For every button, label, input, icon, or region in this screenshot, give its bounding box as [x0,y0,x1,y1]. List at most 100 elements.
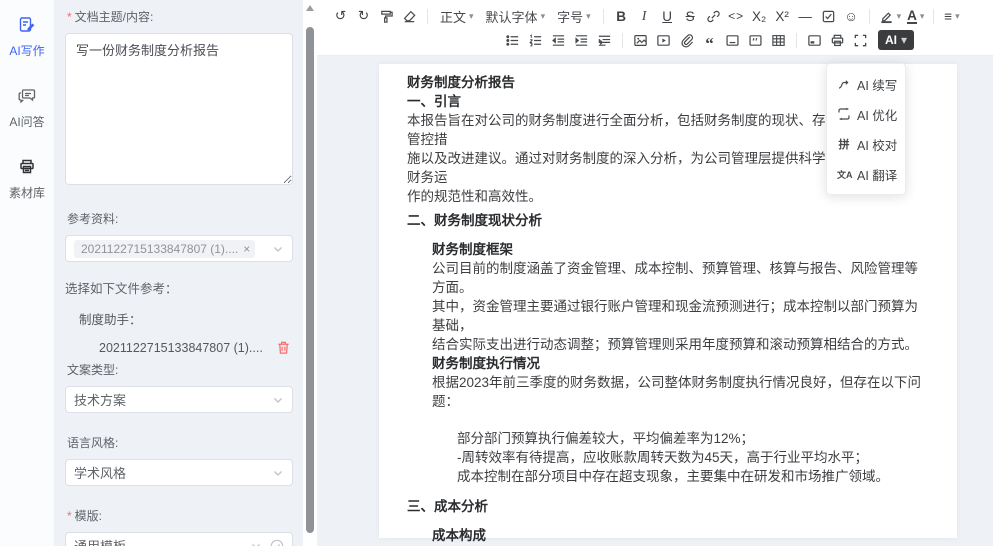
tag-close-icon[interactable]: × [243,243,250,255]
indent-increase-icon [574,33,589,48]
bold-button[interactable]: B [610,6,633,27]
indent-increase-button[interactable] [570,30,593,51]
scroll-up-arrow-icon[interactable] [306,5,314,11]
paragraph-style-dropdown[interactable]: 正文▾ [434,6,480,27]
highlight-pen-icon [879,9,894,24]
inline-code-button[interactable]: <> [725,6,748,27]
align-icon: ≡ [944,9,952,24]
font-color-dropdown[interactable]: A ▾ [904,6,927,27]
indent-decrease-icon [551,33,566,48]
check-circle-icon[interactable] [270,539,284,546]
redo-button[interactable]: ↻ [352,6,375,27]
checkbox-icon [821,9,836,24]
clear-format-button[interactable] [398,6,421,27]
caret-down-icon: ▾ [920,11,925,22]
doc-list-item: -周转效率有待提高，应收账款周转天数为45天，高于行业平均水平； [457,448,929,467]
attachment-button[interactable] [675,30,698,51]
menu-item-ai-translate[interactable]: 文A AI 翻译 [827,159,905,189]
font-color-icon: A [907,9,917,24]
paperclip-icon [679,33,694,48]
emoji-button[interactable]: ☺ [840,6,863,27]
toolbar-separator [622,33,623,48]
doc-list-item: 成本控制在部分项目中存在超支现象，主要集中在研发和市场推广领域。 [457,467,929,486]
format-painter-button[interactable] [375,6,398,27]
toolbar-separator [427,9,428,24]
required-mark: * [67,509,72,523]
caret-down-icon: ▾ [541,11,546,22]
scrollbar-thumb[interactable] [306,27,314,533]
trash-icon[interactable] [276,340,291,355]
style-select[interactable]: 学术风格 [65,459,293,486]
doc-type-label: 文案类型: [67,361,293,378]
code-snippet-button[interactable] [744,30,767,51]
chevron-down-icon [250,540,262,546]
nav-item-material-library[interactable]: 素材库 [0,158,54,201]
template-select[interactable]: 通用模板 [65,532,293,546]
ai-continue-icon [837,77,851,91]
menu-item-ai-optimize[interactable]: AI 优化 [827,99,905,129]
hanging-indent-icon [597,33,612,48]
bullet-list-button[interactable] [501,30,524,51]
nav-label: AI写作 [9,42,44,59]
template-label: *模版: [67,507,293,524]
underline-button[interactable]: U [656,6,679,27]
insert-table-button[interactable] [767,30,790,51]
doc-heading-status: 二、财务制度现状分析 [407,211,929,230]
menu-item-ai-continue[interactable]: AI 续写 [827,69,905,99]
doc-paragraph-line: 结合实际支出进行动态调整；预算管理则采用年度预算和滚动预算相结合的方式。 [432,335,929,354]
ai-dropdown-button[interactable]: AI ▾ [878,30,914,50]
font-size-dropdown[interactable]: 字号▾ [551,6,597,27]
horizontal-rule-button[interactable]: — [794,6,817,27]
menu-item-ai-proofread[interactable]: 拼 AI 校对 [827,129,905,159]
subscript-button[interactable]: X₂ [748,6,771,27]
print-icon [830,33,845,48]
layout-mode-button[interactable] [803,30,826,51]
caret-down-icon: ▾ [469,11,474,22]
insert-image-button[interactable] [629,30,652,51]
doc-paragraph-line: 公司目前的制度涵盖了资金管理、成本控制、预算管理、核算与报告、风险管理等方面。 [432,259,929,297]
doc-type-value: 技术方案 [74,390,272,409]
indent-decrease-button[interactable] [547,30,570,51]
blockquote-button[interactable]: “ [698,30,721,51]
chat-bubbles-icon [18,87,36,110]
undo-button[interactable]: ↺ [329,6,352,27]
editor-area: ↺ ↻ 正文▾ 默认字体▾ [317,0,993,546]
italic-button[interactable]: I [633,6,656,27]
ordered-list-button[interactable] [524,30,547,51]
table-icon [771,33,786,48]
strikethrough-button[interactable]: S [679,6,702,27]
hanging-indent-button[interactable] [593,30,616,51]
toolbar-row-1: ↺ ↻ 正文▾ 默认字体▾ [329,4,985,28]
doc-subheading-cost-structure: 成本构成 [432,526,929,545]
highlight-color-dropdown[interactable]: ▾ [876,6,905,27]
link-button[interactable] [702,6,725,27]
undo-icon: ↺ [335,8,346,24]
caret-down-icon: ▾ [901,33,907,47]
chevron-down-icon [272,467,284,479]
chevron-down-icon [272,243,284,255]
fullscreen-button[interactable] [849,30,872,51]
app-root: AI写作 AI问答 素材库 [0,0,993,546]
doc-type-select[interactable]: 技术方案 [65,386,293,413]
nav-item-ai-writing[interactable]: AI写作 [0,16,54,59]
task-checkbox-button[interactable] [817,6,840,27]
template-value: 通用模板 [74,536,250,546]
nav-item-ai-qa[interactable]: AI问答 [0,87,54,130]
doc-heading-cost: 三、成本分析 [407,497,929,516]
nav-label: AI问答 [9,113,44,130]
doc-subheading-framework: 财务制度框架 [432,240,929,259]
nav-label: 素材库 [9,184,45,201]
doc-subheading-execution: 财务制度执行情况 [432,354,929,373]
topic-input[interactable]: 写一份财务制度分析报告 [65,33,293,185]
insert-video-button[interactable] [652,30,675,51]
redo-icon: ↻ [358,8,369,24]
ai-proofread-icon: 拼 [837,136,851,152]
superscript-button[interactable]: X² [771,6,794,27]
panel-scrollbar[interactable] [303,0,317,546]
font-family-dropdown[interactable]: 默认字体▾ [480,6,552,27]
print-button[interactable] [826,30,849,51]
code-block-button[interactable] [721,30,744,51]
format-painter-icon [379,9,394,24]
align-dropdown[interactable]: ≡ ▾ [940,6,963,27]
reference-select[interactable]: 2021122715133847807 (1).... × [65,235,293,262]
